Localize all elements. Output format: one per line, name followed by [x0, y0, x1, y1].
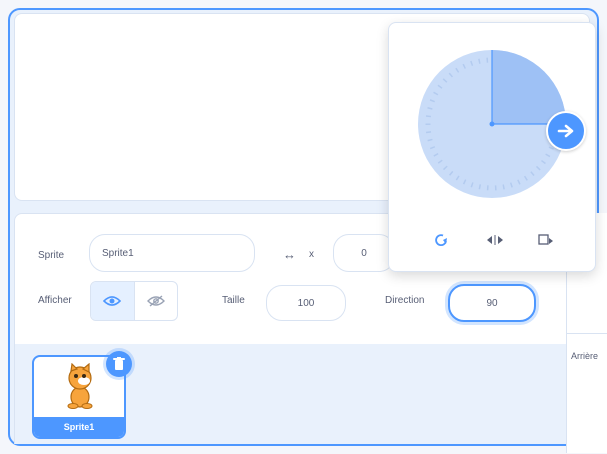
- trash-icon: [113, 357, 125, 370]
- direction-label: Direction: [385, 295, 425, 306]
- arrow-right-icon: [557, 124, 574, 138]
- direction-dial[interactable]: [417, 49, 567, 199]
- left-right-icon: [487, 235, 503, 245]
- show-button[interactable]: [91, 282, 135, 320]
- stage-panel-divider: [567, 333, 607, 334]
- direction-dial-handle[interactable]: [546, 111, 586, 151]
- hide-button[interactable]: [135, 282, 178, 320]
- dont-rotate-button[interactable]: [535, 229, 557, 251]
- dont-rotate-icon: [538, 234, 553, 245]
- x-label: x: [309, 249, 314, 260]
- eye-icon: [103, 296, 122, 306]
- direction-input[interactable]: 90: [448, 284, 536, 322]
- eye-slash-icon: [146, 295, 165, 307]
- cat-sprite-icon: [67, 363, 93, 409]
- visibility-toggle: [90, 281, 178, 321]
- left-right-button[interactable]: [484, 229, 506, 251]
- backdrops-label: Arrière: [571, 351, 599, 361]
- sprite-thumbnail-name: Sprite1: [34, 417, 124, 437]
- sprite-name-input[interactable]: Sprite1: [89, 234, 255, 272]
- size-label: Taille: [222, 295, 245, 306]
- rotate-all-around-button[interactable]: [431, 229, 453, 251]
- x-input[interactable]: 0: [333, 234, 395, 272]
- x-position-arrows-icon: ↔: [283, 247, 296, 262]
- sprite-label: Sprite: [38, 250, 65, 261]
- size-input[interactable]: 100: [266, 285, 346, 321]
- rotate-all-around-icon: [435, 234, 447, 247]
- show-label: Afficher: [38, 295, 72, 306]
- delete-sprite-button[interactable]: [106, 351, 132, 377]
